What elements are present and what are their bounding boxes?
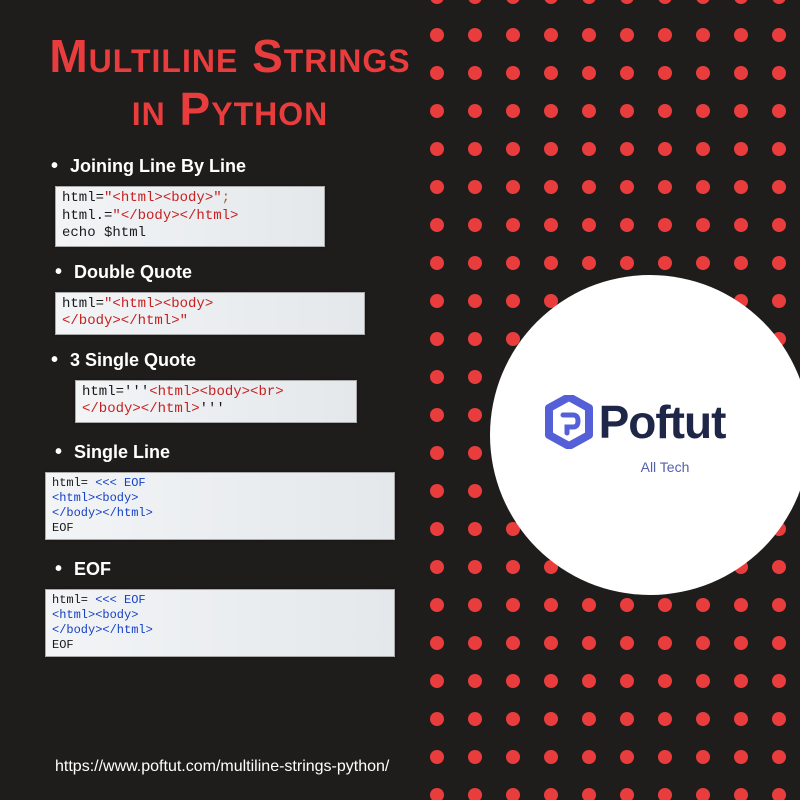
section-3-single-quote: 3 Single Quote — [51, 349, 425, 372]
title-line2: in Python — [40, 83, 420, 136]
content-area: Joining Line By Line html="<html><body>"… — [55, 155, 425, 671]
code-double-quote: html="<html><body> </body></html>" — [55, 292, 365, 335]
logo-circle: Poftut All Tech — [490, 275, 800, 595]
logo-text: Poftut — [599, 395, 726, 449]
title-line1: Multiline Strings — [40, 30, 420, 83]
poftut-logo-icon — [545, 395, 593, 449]
code-eof: html= <<< EOF <html><body> </body></html… — [45, 589, 395, 657]
code-single-line: html= <<< EOF <html><body> </body></html… — [45, 472, 395, 540]
code-3-single-quote: html='''<html><body><br> </body></html>'… — [75, 380, 357, 423]
section-joining: Joining Line By Line — [51, 155, 425, 178]
section-eof: EOF — [55, 558, 425, 581]
logo-tagline: All Tech — [641, 459, 690, 475]
section-single-line: Single Line — [55, 441, 425, 464]
code-joining: html="<html><body>"; html.="</body></htm… — [55, 186, 325, 247]
page-title: Multiline Strings in Python — [40, 30, 420, 136]
logo: Poftut — [545, 395, 726, 449]
section-double-quote: Double Quote — [55, 261, 425, 284]
source-url: https://www.poftut.com/multiline-strings… — [55, 758, 389, 776]
